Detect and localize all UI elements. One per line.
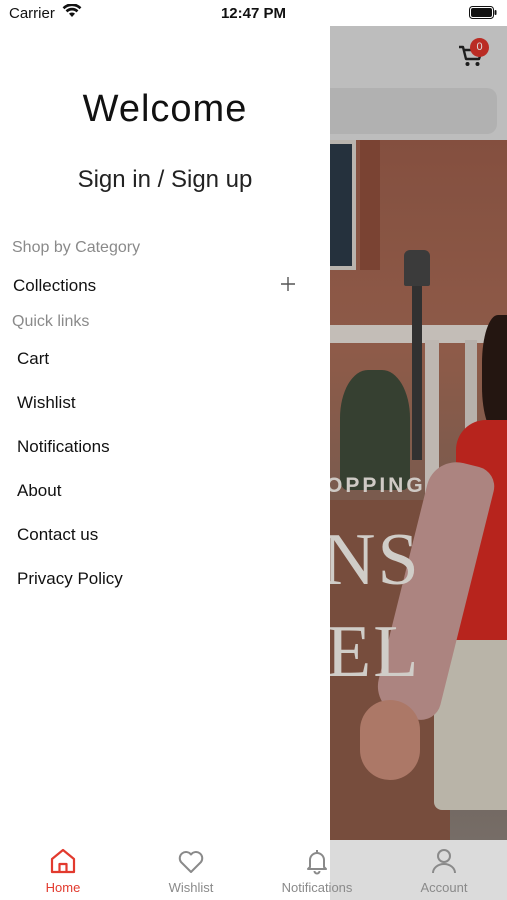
app-screen: Carrier 12:47 PM 0 OPPING NS EL Welcome …: [0, 0, 507, 900]
heart-icon: [178, 851, 204, 873]
status-bar: Carrier 12:47 PM: [0, 0, 507, 26]
drawer-title: Welcome: [82, 88, 248, 130]
battery-icon: [469, 6, 497, 24]
status-time: 12:47 PM: [220, 5, 287, 22]
home-icon: [50, 848, 76, 874]
tab-notifications-label: Notifications: [281, 880, 353, 895]
quick-link-about[interactable]: About: [17, 481, 61, 501]
tab-account[interactable]: Account: [389, 846, 499, 900]
collections-label: Collections: [13, 276, 97, 295]
quick-link-cart[interactable]: Cart: [17, 349, 49, 369]
tab-account-label: Account: [420, 880, 468, 895]
quick-link-contact-us[interactable]: Contact us: [17, 525, 98, 545]
bottom-tab-bar: Home Wishlist Notifications Account: [0, 840, 507, 900]
tab-notifications[interactable]: Notifications: [262, 846, 372, 900]
collections-item[interactable]: Collections: [0, 270, 330, 302]
quick-link-wishlist[interactable]: Wishlist: [17, 393, 76, 413]
quick-link-privacy-policy[interactable]: Privacy Policy: [17, 569, 123, 589]
shop-by-category-heading: Shop by Category: [12, 239, 141, 256]
side-drawer: Welcome Sign in / Sign up Shop by Catego…: [0, 26, 330, 840]
drawer-overlay[interactable]: [330, 26, 507, 840]
plus-icon[interactable]: [280, 276, 296, 292]
tab-home-label: Home: [45, 880, 81, 895]
bell-icon: [307, 850, 327, 875]
tab-wishlist-label: Wishlist: [168, 880, 214, 895]
sign-in-link[interactable]: Sign in / Sign up: [0, 166, 330, 194]
user-icon: [432, 849, 456, 874]
quick-link-notifications[interactable]: Notifications: [17, 437, 110, 457]
tab-home[interactable]: Home: [8, 846, 118, 900]
quick-links-heading: Quick links: [12, 313, 90, 330]
tab-wishlist[interactable]: Wishlist: [136, 846, 246, 900]
